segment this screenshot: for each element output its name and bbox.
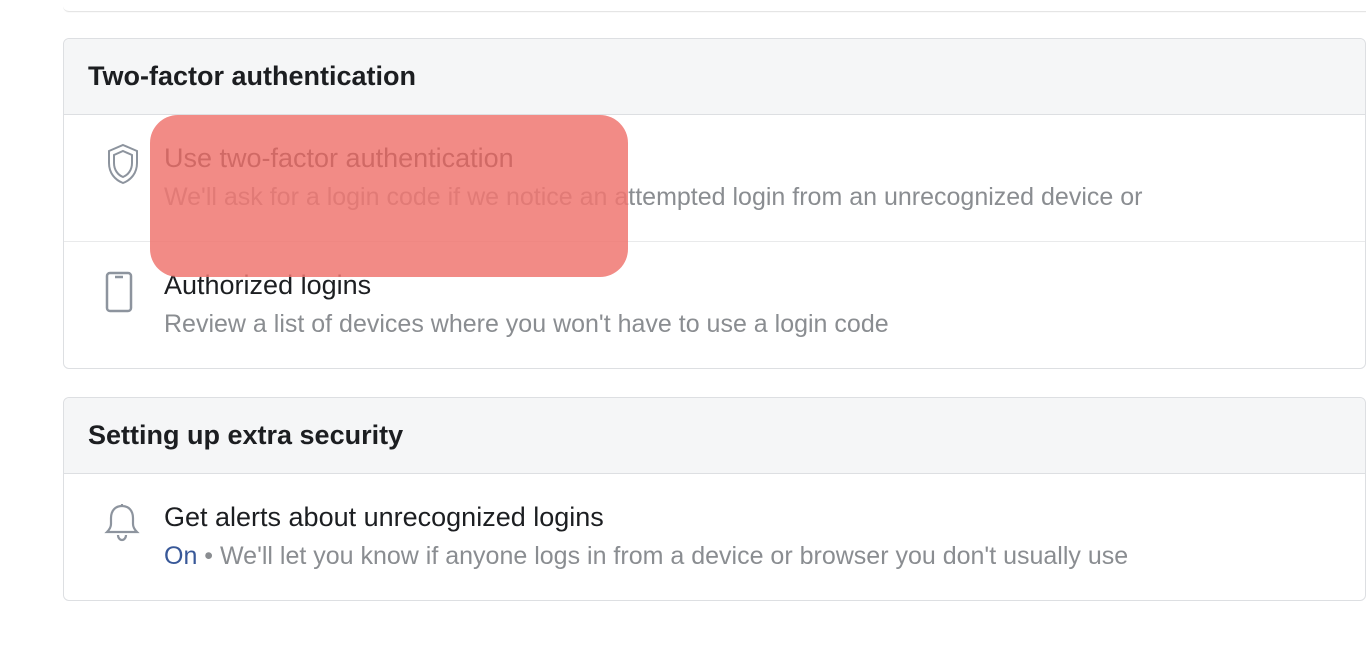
extra-security-header: Setting up extra security	[64, 398, 1365, 474]
extra-security-section: Setting up extra security Get alerts abo…	[63, 397, 1366, 601]
alerts-desc-text: We'll let you know if anyone logs in fro…	[220, 542, 1128, 570]
alerts-content: Get alerts about unrecognized logins On …	[164, 500, 1341, 574]
extra-security-title: Setting up extra security	[88, 420, 1341, 451]
alerts-title: Get alerts about unrecognized logins	[164, 500, 1341, 535]
two-factor-section: Two-factor authentication Use two-factor…	[63, 38, 1366, 369]
use-two-factor-row[interactable]: Use two-factor authentication We'll ask …	[64, 115, 1365, 242]
previous-section-bottom-edge	[63, 0, 1366, 12]
authorized-logins-desc: Review a list of devices where you won't…	[164, 307, 1341, 342]
use-two-factor-content: Use two-factor authentication We'll ask …	[164, 141, 1341, 215]
device-icon	[104, 268, 164, 314]
alerts-desc: On • We'll let you know if anyone logs i…	[164, 539, 1341, 574]
authorized-logins-row[interactable]: Authorized logins Review a list of devic…	[64, 242, 1365, 368]
use-two-factor-desc: We'll ask for a login code if we notice …	[164, 180, 1341, 215]
bell-icon	[104, 500, 164, 542]
alerts-row[interactable]: Get alerts about unrecognized logins On …	[64, 474, 1365, 600]
separator: •	[197, 542, 220, 570]
two-factor-title: Two-factor authentication	[88, 61, 1341, 92]
shield-icon	[104, 141, 164, 185]
alerts-status: On	[164, 542, 197, 570]
two-factor-header: Two-factor authentication	[64, 39, 1365, 115]
authorized-logins-content: Authorized logins Review a list of devic…	[164, 268, 1341, 342]
authorized-logins-title: Authorized logins	[164, 268, 1341, 303]
use-two-factor-title: Use two-factor authentication	[164, 141, 1341, 176]
